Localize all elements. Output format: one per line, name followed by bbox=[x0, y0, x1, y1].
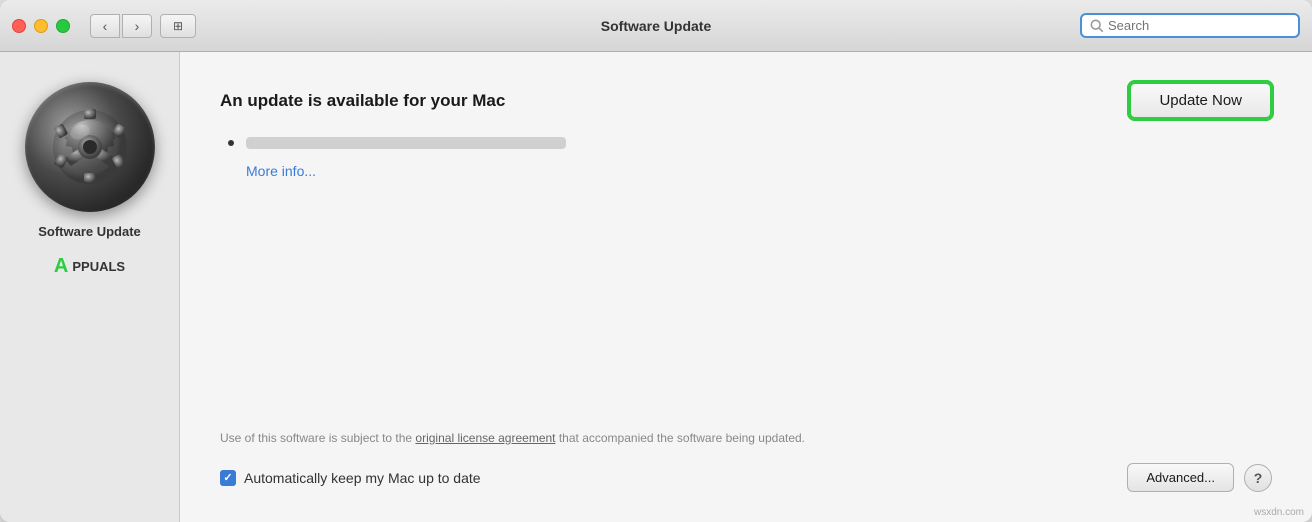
checkmark-icon: ✓ bbox=[223, 471, 232, 484]
license-text: Use of this software is subject to the o… bbox=[220, 429, 900, 447]
maximize-button[interactable] bbox=[56, 19, 70, 33]
search-input[interactable] bbox=[1108, 18, 1290, 33]
titlebar: ‹ › ⊞ Software Update bbox=[0, 0, 1312, 52]
appuals-label: PPUALS bbox=[72, 259, 125, 274]
search-field-wrapper bbox=[1080, 13, 1300, 38]
appuals-icon: A bbox=[54, 255, 68, 278]
sidebar: Software Update A PPUALS bbox=[0, 52, 180, 522]
update-now-button[interactable]: Update Now bbox=[1129, 82, 1272, 119]
update-title: An update is available for your Mac bbox=[220, 91, 505, 111]
minimize-button[interactable] bbox=[34, 19, 48, 33]
update-item-row bbox=[220, 137, 1272, 149]
more-info-link[interactable]: More info... bbox=[246, 163, 1272, 179]
bottom-row: ✓ Automatically keep my Mac up to date A… bbox=[220, 463, 1272, 492]
close-button[interactable] bbox=[12, 19, 26, 33]
content-area: Software Update A PPUALS An update is av… bbox=[0, 52, 1312, 522]
back-button[interactable]: ‹ bbox=[90, 14, 120, 38]
auto-update-label: Automatically keep my Mac up to date bbox=[244, 470, 481, 486]
forward-button[interactable]: › bbox=[122, 14, 152, 38]
update-item-text-bar bbox=[246, 137, 566, 149]
nav-buttons: ‹ › bbox=[90, 14, 152, 38]
sidebar-app-label: Software Update bbox=[38, 224, 141, 239]
license-link[interactable]: original license agreement bbox=[415, 431, 555, 445]
window-title: Software Update bbox=[601, 18, 711, 34]
advanced-button[interactable]: Advanced... bbox=[1127, 463, 1234, 492]
update-header-row: An update is available for your Mac Upda… bbox=[220, 82, 1272, 119]
license-text-part2: that accompanied the software being upda… bbox=[556, 431, 806, 445]
appuals-branding: A PPUALS bbox=[54, 255, 125, 278]
auto-update-checkbox-wrapper: ✓ Automatically keep my Mac up to date bbox=[220, 470, 1127, 486]
bullet-point bbox=[228, 140, 234, 146]
help-button[interactable]: ? bbox=[1244, 464, 1272, 492]
grid-view-button[interactable]: ⊞ bbox=[160, 14, 196, 38]
auto-update-checkbox[interactable]: ✓ bbox=[220, 470, 236, 486]
license-text-part1: Use of this software is subject to the bbox=[220, 431, 415, 445]
search-icon bbox=[1090, 19, 1104, 33]
traffic-lights bbox=[12, 19, 70, 33]
gear-svg bbox=[40, 97, 140, 197]
software-update-icon bbox=[25, 82, 155, 212]
main-panel: An update is available for your Mac Upda… bbox=[180, 52, 1312, 522]
